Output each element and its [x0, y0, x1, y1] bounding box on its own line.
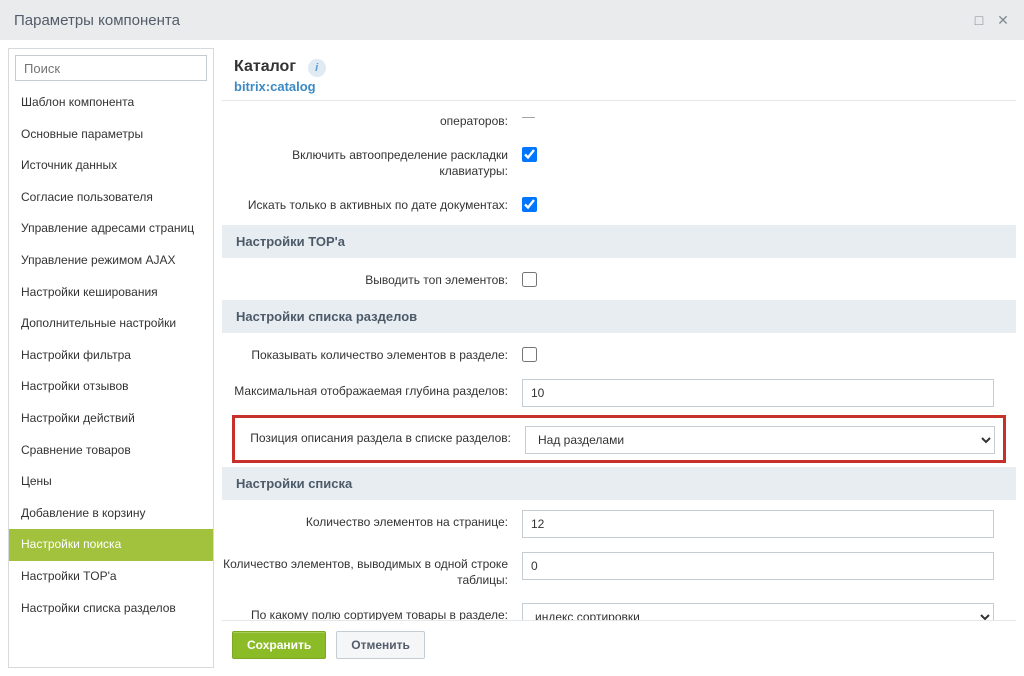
sort-field-label: По какому полю сортируем товары в раздел…: [222, 601, 522, 621]
max-depth-label: Максимальная отображаемая глубина раздел…: [222, 377, 522, 399]
page-count-input[interactable]: [522, 510, 994, 538]
nav-item[interactable]: Настройки фильтра: [9, 340, 213, 372]
nav-item[interactable]: Настройки действий: [9, 403, 213, 435]
section-top-header: Настройки TOP'а: [222, 225, 1016, 258]
highlighted-row: Позиция описания раздела в списке раздел…: [232, 415, 1006, 463]
active-only-label: Искать только в активных по дате докумен…: [222, 191, 522, 213]
sort-field-select[interactable]: индекс сортировки: [522, 603, 994, 621]
line-count-input[interactable]: [522, 552, 994, 580]
autodetect-checkbox[interactable]: [522, 147, 537, 162]
window-title: Параметры компонента: [14, 12, 180, 29]
info-icon[interactable]: i: [308, 59, 326, 77]
footer: Сохранить Отменить: [222, 620, 1016, 668]
show-count-label: Показывать количество элементов в раздел…: [222, 341, 522, 363]
cancel-button[interactable]: Отменить: [336, 631, 425, 659]
nav-item[interactable]: Настройки кеширования: [9, 277, 213, 309]
component-name: bitrix:catalog: [234, 79, 1010, 94]
desc-position-select[interactable]: Над разделами: [525, 426, 995, 454]
active-only-checkbox[interactable]: [522, 197, 537, 212]
nav-item[interactable]: Настройки списка разделов: [9, 593, 213, 625]
nav-item[interactable]: Добавление в корзину: [9, 498, 213, 530]
maximize-icon[interactable]: □: [972, 13, 986, 27]
nav-item[interactable]: Настройки TOP'а: [9, 561, 213, 593]
nav-item[interactable]: Источник данных: [9, 150, 213, 182]
nav-item[interactable]: Основные параметры: [9, 119, 213, 151]
nav-item[interactable]: Согласие пользователя: [9, 182, 213, 214]
nav-item[interactable]: Управление режимом AJAX: [9, 245, 213, 277]
search-input[interactable]: [15, 55, 207, 81]
nav-item[interactable]: Настройки отзывов: [9, 371, 213, 403]
nav-item[interactable]: Сравнение товаров: [9, 435, 213, 467]
section-sections-header: Настройки списка разделов: [222, 300, 1016, 333]
autodetect-label: Включить автоопределение раскладки клави…: [222, 141, 522, 179]
close-icon[interactable]: ✕: [996, 13, 1010, 27]
line-count-label: Количество элементов, выводимых в одной …: [222, 550, 522, 588]
nav-item[interactable]: Настройки поиска: [9, 529, 213, 561]
desc-position-label: Позиция описания раздела в списке раздел…: [235, 424, 525, 446]
page-count-label: Количество элементов на странице:: [222, 508, 522, 530]
sidebar: Шаблон компонентаОсновные параметрыИсточ…: [8, 48, 214, 668]
max-depth-input[interactable]: [522, 379, 994, 407]
nav-item[interactable]: Шаблон компонента: [9, 87, 213, 119]
nav-item[interactable]: Цены: [9, 466, 213, 498]
section-list-header: Настройки списка: [222, 467, 1016, 500]
nav-item[interactable]: Управление адресами страниц: [9, 213, 213, 245]
nav-item[interactable]: Дополнительные настройки: [9, 308, 213, 340]
top-show-label: Выводить топ элементов:: [222, 266, 522, 288]
nav-list[interactable]: Шаблон компонентаОсновные параметрыИсточ…: [9, 87, 213, 667]
page-title: Каталог: [234, 58, 296, 76]
operators-placeholder: —: [522, 109, 535, 124]
operators-label: операторов:: [222, 107, 522, 129]
titlebar: Параметры компонента □ ✕: [0, 0, 1024, 40]
show-count-checkbox[interactable]: [522, 347, 537, 362]
save-button[interactable]: Сохранить: [232, 631, 326, 659]
form-area: операторов: — Включить автоопределение р…: [222, 100, 1016, 620]
top-show-checkbox[interactable]: [522, 272, 537, 287]
